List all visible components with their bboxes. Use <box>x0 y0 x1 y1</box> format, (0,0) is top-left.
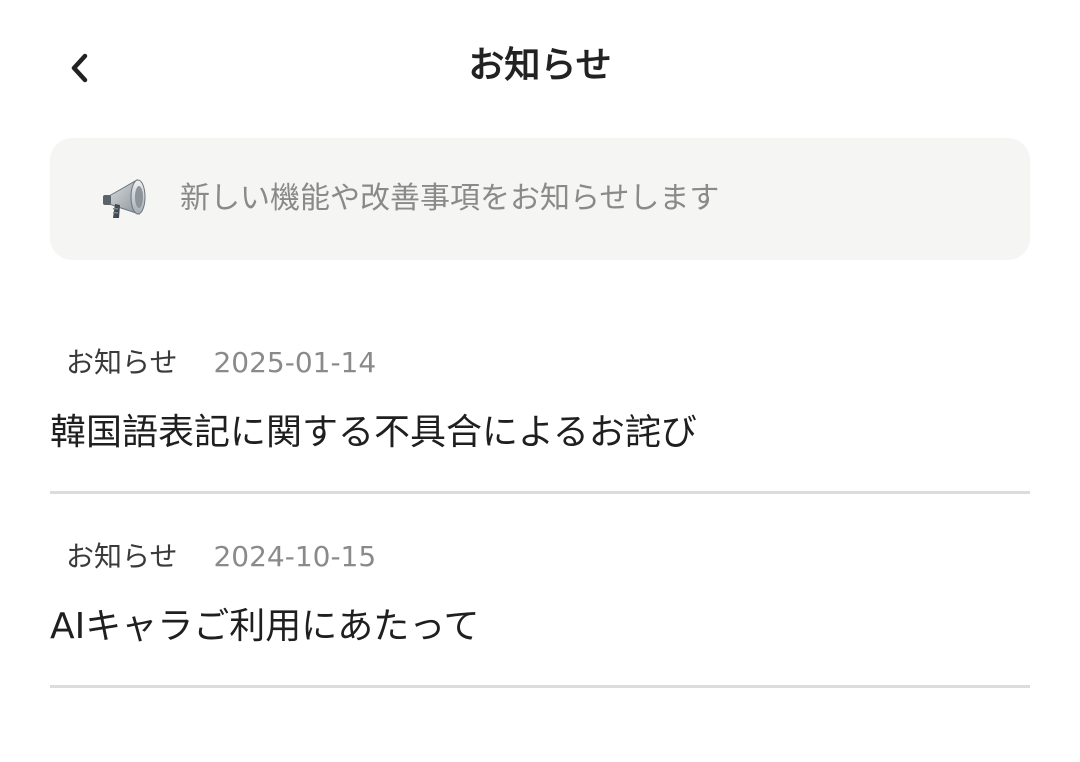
notice-list: お知らせ 2025-01-14 韓国語表記に関する不具合によるお詫び お知らせ … <box>50 300 1030 688</box>
notice-item[interactable]: お知らせ 2024-10-15 AIキャラご利用にあたって <box>50 494 1030 688</box>
notice-category: お知らせ <box>66 346 178 379</box>
notice-date: 2025-01-14 <box>213 346 377 379</box>
megaphone-icon <box>98 173 150 225</box>
notice-title: 韓国語表記に関する不具合によるお詫び <box>50 412 697 453</box>
notice-date: 2024-10-15 <box>213 540 377 573</box>
notice-category: お知らせ <box>66 540 178 573</box>
notice-meta: お知らせ 2025-01-14 <box>66 344 376 382</box>
notice-meta: お知らせ 2024-10-15 <box>66 538 376 576</box>
notice-title: AIキャラご利用にあたって <box>50 606 480 647</box>
header: お知らせ <box>0 0 1080 134</box>
banner-text: 新しい機能や改善事項をお知らせします <box>180 181 720 216</box>
info-banner: 新しい機能や改善事項をお知らせします <box>50 138 1030 260</box>
notice-item[interactable]: お知らせ 2025-01-14 韓国語表記に関する不具合によるお詫び <box>50 300 1030 494</box>
page-title: お知らせ <box>468 45 612 86</box>
